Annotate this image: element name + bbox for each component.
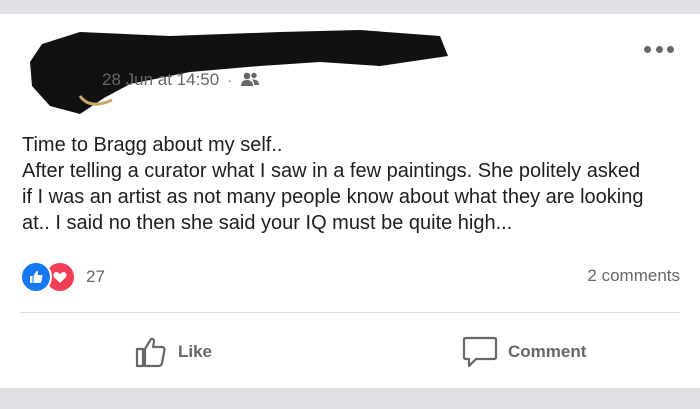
- comment-button[interactable]: Comment: [462, 334, 586, 370]
- comment-label: Comment: [508, 342, 587, 361]
- friends-icon[interactable]: [240, 71, 260, 89]
- post-timestamp[interactable]: 28 Jun at 14:50: [102, 70, 219, 90]
- like-label: Like: [178, 342, 213, 361]
- more-options-icon[interactable]: [644, 44, 674, 54]
- reactions-summary[interactable]: 27: [20, 261, 105, 293]
- like-button[interactable]: Like: [134, 334, 212, 370]
- meta-separator: ·: [227, 72, 232, 88]
- comment-icon: [462, 336, 498, 368]
- post-meta: 28 Jun at 14:50 ·: [102, 70, 260, 90]
- post-line: at.. I said no then she said your IQ mus…: [22, 212, 513, 234]
- actions-divider: [20, 312, 680, 313]
- post-line: After telling a curator what I saw in a …: [22, 160, 641, 182]
- thumbs-up-icon: [135, 337, 166, 368]
- reaction-count: 27: [86, 267, 105, 286]
- like-reaction-icon: [20, 261, 52, 293]
- comments-count[interactable]: 2 comments: [587, 266, 680, 286]
- post-text: Time to Bragg about my self.. After tell…: [22, 132, 686, 236]
- post-line: Time to Bragg about my self..: [22, 134, 283, 156]
- post-line: if I was an artist as not many people kn…: [22, 186, 644, 208]
- post-card: 28 Jun at 14:50 · Time to Bragg about my…: [0, 14, 700, 388]
